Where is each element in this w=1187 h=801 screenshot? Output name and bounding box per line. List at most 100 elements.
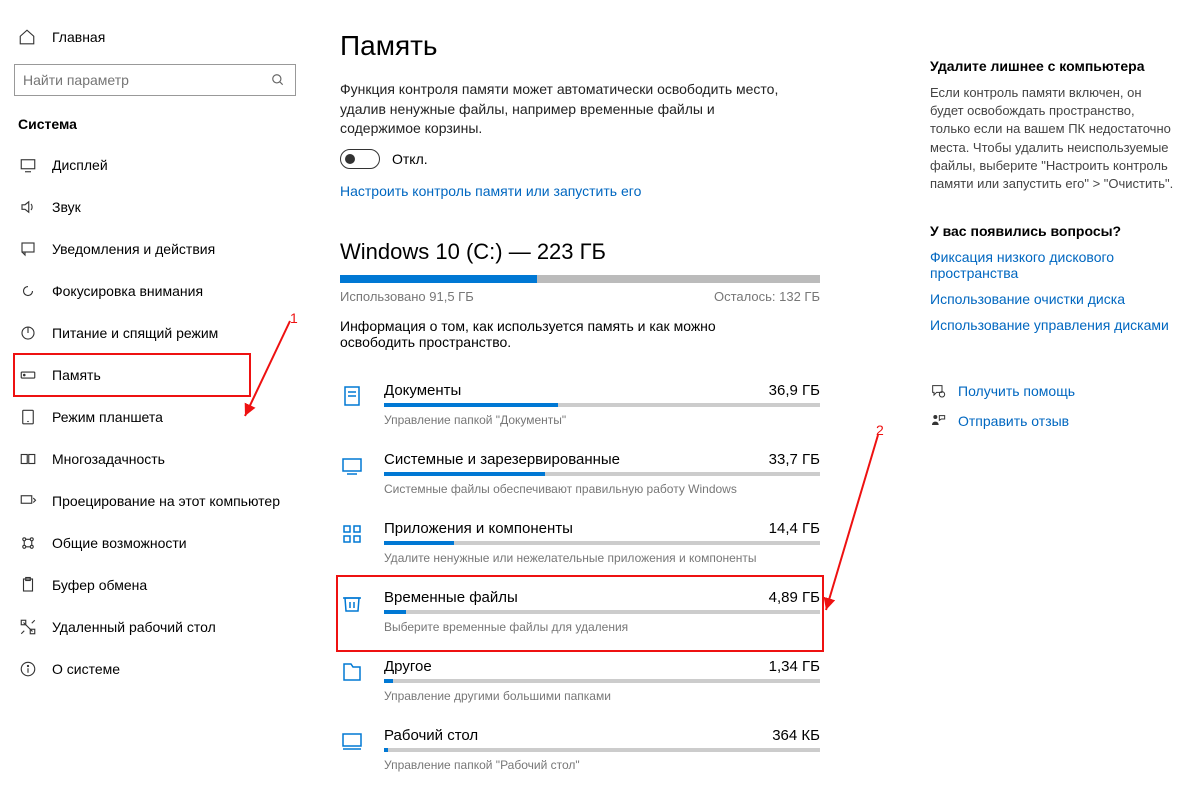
- get-help-label: Получить помощь: [958, 383, 1075, 399]
- sidebar-item-storage[interactable]: Память: [14, 354, 250, 396]
- remote-icon: [18, 618, 38, 636]
- search-input-container[interactable]: [14, 64, 296, 96]
- category-subtitle: Выберите временные файлы для удаления: [384, 620, 820, 634]
- sidebar-item-label: Многозадачность: [52, 451, 165, 467]
- sidebar: Главная Система Дисплей Звук Уведомления и…: [0, 0, 318, 801]
- project-icon: [18, 492, 38, 510]
- category-name: Рабочий стол: [384, 727, 478, 744]
- desktop-icon: [340, 727, 366, 753]
- page-title: Память: [340, 30, 900, 62]
- right-links: Фиксация низкого дискового пространства И…: [930, 249, 1175, 333]
- right-section-title-1: Удалите лишнее с компьютера: [930, 58, 1175, 74]
- category-subtitle: Удалите ненужные или нежелательные прило…: [384, 551, 820, 565]
- home-button[interactable]: Главная: [14, 20, 318, 64]
- home-icon: [18, 28, 38, 46]
- help-icon: [930, 383, 948, 399]
- category-apps[interactable]: Приложения и компоненты14,4 ГБУдалите не…: [340, 510, 820, 579]
- category-temp[interactable]: Временные файлы 4,89 ГБ Выберите временные…: [340, 579, 820, 648]
- category-size: 33,7 ГБ: [769, 451, 820, 468]
- category-docs[interactable]: Документы36,9 ГБУправление папкой "Докум…: [340, 372, 820, 441]
- sidebar-item-label: О системе: [52, 661, 120, 677]
- get-help-link[interactable]: Получить помощь: [930, 383, 1175, 399]
- search-input[interactable]: [23, 72, 271, 88]
- sidebar-item-notify[interactable]: Уведомления и действия: [14, 228, 318, 270]
- drive-used-label: Использовано 91,5 ГБ: [340, 289, 474, 304]
- sidebar-item-label: Общие возможности: [52, 535, 187, 551]
- right-panel: Удалите лишнее с компьютера Если контрол…: [930, 58, 1175, 443]
- send-feedback-link[interactable]: Отправить отзыв: [930, 413, 1175, 429]
- sidebar-item-label: Проецирование на этот компьютер: [52, 493, 280, 509]
- category-desktop[interactable]: Рабочий стол 364 КБ Управление папкой "Раб…: [340, 717, 820, 786]
- storage-icon: [18, 366, 38, 384]
- sidebar-item-sound[interactable]: Звук: [14, 186, 318, 228]
- sidebar-item-tablet[interactable]: Режим планшета: [14, 396, 318, 438]
- right-section-text-1: Если контроль памяти включен, он будет о…: [930, 84, 1175, 193]
- category-size: 36,9 ГБ: [769, 382, 820, 399]
- display-icon: [18, 156, 38, 174]
- category-name: Системные и зарезервированные: [384, 451, 620, 468]
- search-icon: [271, 73, 287, 87]
- category-system[interactable]: Системные и зарезервированные 33,7 ГБ Сист…: [340, 441, 820, 510]
- sidebar-item-focus[interactable]: Фокусировка внимания: [14, 270, 318, 312]
- sidebar-item-multitask[interactable]: Многозадачность: [14, 438, 318, 480]
- category-size: 364 КБ: [772, 727, 820, 744]
- category-name: Временные файлы: [384, 589, 518, 606]
- sidebar-item-clipboard[interactable]: Буфер обмена: [14, 564, 318, 606]
- category-subtitle: Управление папкой "Рабочий стол": [384, 758, 820, 772]
- system-icon: [340, 451, 366, 477]
- sidebar-item-label: Удаленный рабочий стол: [52, 619, 216, 635]
- storage-sense-description: Функция контроля памяти может автоматиче…: [340, 80, 780, 139]
- drive-info-text: Информация о том, как используется памят…: [340, 318, 780, 350]
- power-icon: [18, 324, 38, 342]
- focus-icon: [18, 282, 38, 300]
- sidebar-item-shared[interactable]: Общие возможности: [14, 522, 318, 564]
- multitask-icon: [18, 450, 38, 468]
- sidebar-item-remote[interactable]: Удаленный рабочий стол: [14, 606, 318, 648]
- category-bar: [384, 679, 820, 683]
- help-link[interactable]: Использование очистки диска: [930, 291, 1175, 307]
- sidebar-item-label: Дисплей: [52, 157, 108, 173]
- configure-storage-sense-link[interactable]: Настроить контроль памяти или запустить …: [340, 183, 641, 199]
- clipboard-icon: [18, 576, 38, 594]
- category-other[interactable]: Другое 1,34 ГБ Управление другими большими…: [340, 648, 820, 717]
- category-subtitle: Системные файлы обеспечивают правильную …: [384, 482, 820, 496]
- category-list: Документы36,9 ГБУправление папкой "Докум…: [340, 372, 900, 786]
- category-size: 4,89 ГБ: [769, 589, 820, 606]
- sidebar-item-label: Уведомления и действия: [52, 241, 215, 257]
- sound-icon: [18, 198, 38, 216]
- category-bar: [384, 472, 820, 476]
- category-size: 1,34 ГБ: [769, 658, 820, 675]
- drive-usage-bar: [340, 275, 820, 283]
- sidebar-item-label: Звук: [52, 199, 81, 215]
- category-bar: [384, 541, 820, 545]
- help-link[interactable]: Использование управления дисками: [930, 317, 1175, 333]
- sidebar-item-label: Память: [52, 367, 101, 383]
- sidebar-item-label: Буфер обмена: [52, 577, 147, 593]
- sidebar-item-display[interactable]: Дисплей: [14, 144, 318, 186]
- sidebar-item-project[interactable]: Проецирование на этот компьютер: [14, 480, 318, 522]
- category-name: Документы: [384, 382, 461, 399]
- category-size: 14,4 ГБ: [769, 520, 820, 537]
- send-feedback-label: Отправить отзыв: [958, 413, 1069, 429]
- drive-stats: Использовано 91,5 ГБ Осталось: 132 ГБ: [340, 289, 820, 304]
- drive-free-label: Осталось: 132 ГБ: [714, 289, 820, 304]
- notify-icon: [18, 240, 38, 258]
- category-subtitle: Управление другими большими папками: [384, 689, 820, 703]
- sidebar-section-title: Система: [14, 116, 318, 144]
- other-icon: [340, 658, 366, 684]
- main-content: Память Функция контроля памяти может авт…: [340, 30, 900, 786]
- sidebar-item-power[interactable]: Питание и спящий режим: [14, 312, 318, 354]
- category-name: Другое: [384, 658, 432, 675]
- category-bar: [384, 610, 820, 614]
- storage-sense-toggle[interactable]: [340, 149, 380, 169]
- help-link[interactable]: Фиксация низкого дискового пространства: [930, 249, 1175, 281]
- temp-icon: [340, 589, 366, 615]
- apps-icon: [340, 520, 366, 546]
- toggle-label: Откл.: [392, 151, 428, 167]
- sidebar-item-about[interactable]: О системе: [14, 648, 318, 690]
- sidebar-item-label: Режим планшета: [52, 409, 163, 425]
- drive-title: Windows 10 (C:) — 223 ГБ: [340, 239, 900, 265]
- tablet-icon: [18, 408, 38, 426]
- sidebar-nav-list: Дисплей Звук Уведомления и действия Фокусир…: [14, 144, 318, 690]
- docs-icon: [340, 382, 366, 408]
